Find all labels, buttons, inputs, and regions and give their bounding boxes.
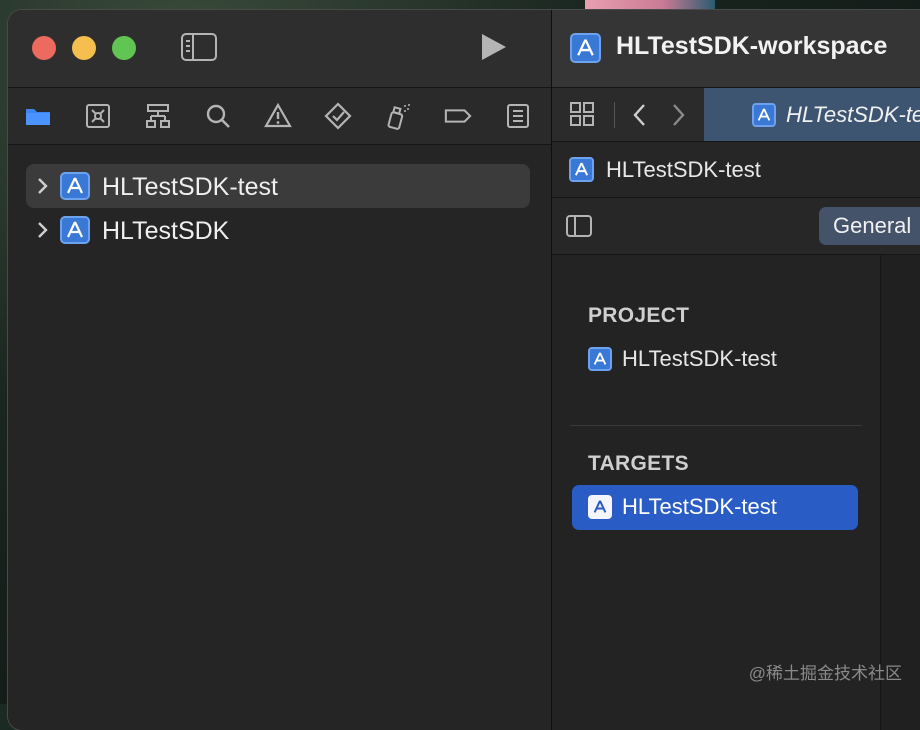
tab-general[interactable]: General xyxy=(819,207,920,245)
watermark-text: @稀土掘金技术社区 xyxy=(748,664,902,683)
tree-item-project[interactable]: HLTestSDK-test xyxy=(26,164,530,208)
test-diamond-icon[interactable] xyxy=(324,102,352,130)
minimize-window-button[interactable] xyxy=(72,36,96,60)
project-settings-bar: General xyxy=(552,198,920,255)
disclosure-chevron-icon[interactable] xyxy=(36,220,50,240)
app-target-icon xyxy=(588,495,612,519)
jump-bar-item[interactable]: HLTestSDK-test xyxy=(606,157,761,183)
tree-item-package[interactable]: HLTestSDK xyxy=(26,208,530,252)
report-list-icon[interactable] xyxy=(504,102,532,130)
toolbar-divider xyxy=(614,102,615,128)
jump-bar: HLTestSDK-test xyxy=(552,142,920,198)
sidebar-toggle-icon[interactable] xyxy=(181,33,217,61)
zoom-window-button[interactable] xyxy=(112,36,136,60)
navigator-pane: HLTestSDK-test HLTestSDK xyxy=(8,10,552,730)
tab-project[interactable]: HLTestSDK-te xyxy=(704,88,920,141)
close-window-button[interactable] xyxy=(32,36,56,60)
project-icon[interactable] xyxy=(569,157,594,182)
project-icon xyxy=(60,172,90,200)
breakpoint-tag-icon[interactable] xyxy=(444,102,474,130)
tab-label: HLTestSDK-te xyxy=(786,102,920,127)
wallpaper-accent xyxy=(585,0,715,10)
warning-icon[interactable] xyxy=(264,102,292,130)
section-divider xyxy=(570,425,862,426)
target-item-label: HLTestSDK-test xyxy=(622,494,777,519)
window-title: HLTestSDK-workspace xyxy=(616,32,888,60)
project-icon xyxy=(588,347,612,371)
play-icon[interactable] xyxy=(482,34,506,60)
editor-tabbar: HLTestSDK-te xyxy=(552,88,920,142)
back-chevron-icon[interactable] xyxy=(632,102,648,128)
target-list-item[interactable]: HLTestSDK-test xyxy=(572,485,858,530)
debug-spray-icon[interactable] xyxy=(384,102,412,130)
disclosure-chevron-icon[interactable] xyxy=(36,176,50,196)
project-icon xyxy=(752,103,776,127)
search-icon[interactable] xyxy=(204,102,232,130)
navigator-toolbar xyxy=(8,88,551,145)
tree-item-label: HLTestSDK-test xyxy=(102,173,278,201)
source-control-icon[interactable] xyxy=(84,102,112,130)
project-list-item[interactable]: HLTestSDK-test xyxy=(572,337,858,382)
targets-section-header: TARGETS xyxy=(588,452,689,475)
editor-titlebar: HLTestSDK-workspace xyxy=(552,10,920,88)
forward-chevron-icon[interactable] xyxy=(670,102,686,128)
hide-targets-list-icon[interactable] xyxy=(566,215,592,237)
related-items-grid-icon[interactable] xyxy=(569,101,595,127)
tree-item-label: HLTestSDK xyxy=(102,217,230,245)
workspace-icon xyxy=(570,33,601,63)
project-section-header: PROJECT xyxy=(588,304,690,327)
hierarchy-icon[interactable] xyxy=(144,102,172,130)
window-titlebar xyxy=(8,10,551,88)
project-icon xyxy=(60,216,90,244)
xcode-window: HLTestSDK-test HLTestSDK HLTestSDK-works… xyxy=(8,10,920,730)
folder-icon[interactable] xyxy=(24,102,52,130)
project-item-label: HLTestSDK-test xyxy=(622,346,777,371)
